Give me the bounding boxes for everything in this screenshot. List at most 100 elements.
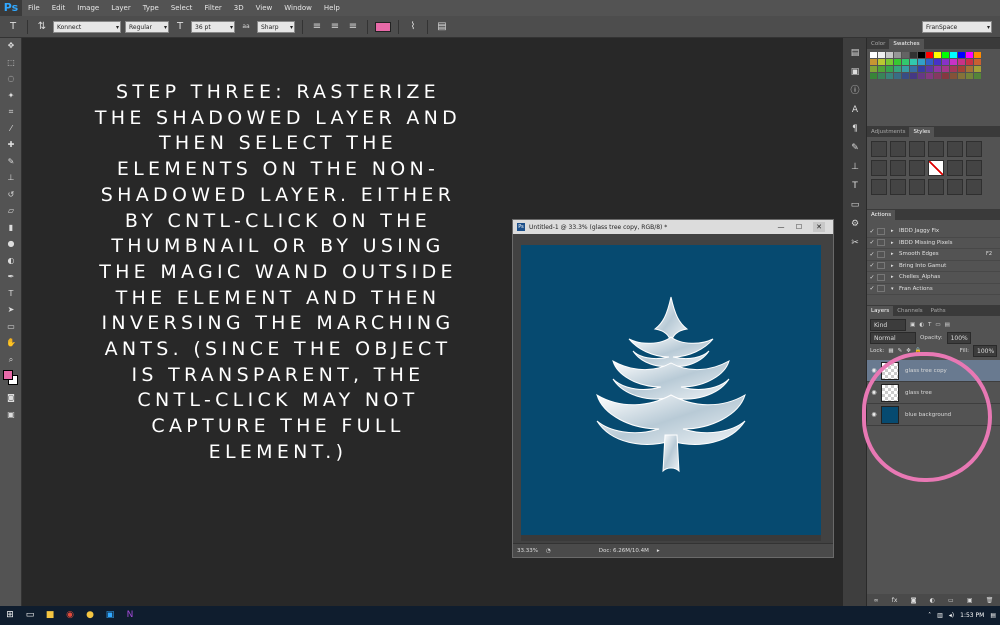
swatch-cell[interactable] [886, 59, 893, 65]
swatch-cell[interactable] [918, 73, 925, 79]
swatch-cell[interactable] [942, 59, 949, 65]
swatch-cell[interactable] [878, 59, 885, 65]
marquee-tool-icon[interactable]: ⬚ [0, 55, 22, 72]
paragraph-panel-icon[interactable]: ¶ [843, 120, 867, 139]
info-panel-icon[interactable]: ▣ [843, 63, 867, 82]
tab-adjustments[interactable]: Adjustments [867, 127, 909, 137]
blend-mode-select[interactable]: Normal [870, 331, 916, 344]
align-center-icon[interactable]: ≡ [328, 21, 342, 32]
swatch-cell[interactable] [870, 52, 877, 58]
swatch-cell[interactable] [878, 73, 885, 79]
swatch-cell[interactable] [894, 66, 901, 72]
swatch-cell[interactable] [966, 52, 973, 58]
swatch-cell[interactable] [870, 66, 877, 72]
dialog-toggle[interactable] [877, 239, 885, 247]
clone-stamp-tool-icon[interactable]: ⊥ [0, 170, 22, 187]
warp-text-icon[interactable]: ⌇ [406, 21, 420, 32]
swatch-cell[interactable] [910, 52, 917, 58]
swatch-cell[interactable] [910, 59, 917, 65]
task-view-icon[interactable]: ▭ [20, 606, 40, 625]
check-icon[interactable]: ✓ [867, 262, 877, 269]
expand-icon[interactable]: ▸ [891, 251, 899, 257]
swatch-cell[interactable] [958, 73, 965, 79]
swatch-cell[interactable] [950, 52, 957, 58]
menu-select[interactable]: Select [165, 0, 199, 16]
horizontal-scrollbar[interactable] [521, 535, 821, 541]
onenote-icon[interactable]: N [120, 606, 140, 625]
style-preset[interactable] [909, 141, 925, 157]
style-preset[interactable] [966, 160, 982, 176]
dialog-toggle[interactable] [877, 273, 885, 281]
dialog-toggle[interactable] [877, 227, 885, 235]
swatch-cell[interactable] [894, 73, 901, 79]
swatch-cell[interactable] [926, 66, 933, 72]
timeline-icon[interactable]: ▭ [843, 196, 867, 215]
swatch-cell[interactable] [942, 73, 949, 79]
menu-type[interactable]: Type [137, 0, 165, 16]
swatch-cell[interactable] [902, 66, 909, 72]
filter-type-icon[interactable]: T [928, 322, 931, 328]
dialog-toggle[interactable] [877, 250, 885, 258]
eraser-tool-icon[interactable]: ▱ [0, 203, 22, 220]
history-brush-tool-icon[interactable]: ↺ [0, 187, 22, 204]
tab-styles[interactable]: Styles [909, 127, 935, 137]
swatch-cell[interactable] [950, 59, 957, 65]
style-preset[interactable] [909, 179, 925, 195]
kind-filter-select[interactable]: Kind [870, 318, 906, 331]
download-icon[interactable]: ● [80, 606, 100, 625]
screen-mode-icon[interactable]: ▣ [0, 407, 22, 424]
adjustment-layer-icon[interactable]: ◐ [930, 597, 935, 604]
dodge-tool-icon[interactable]: ◐ [0, 253, 22, 270]
swatch-cell[interactable] [974, 52, 981, 58]
swatch-cell[interactable] [966, 73, 973, 79]
swatch-cell[interactable] [958, 59, 965, 65]
menu-image[interactable]: Image [71, 0, 105, 16]
swatch-cell[interactable] [974, 59, 981, 65]
path-select-tool-icon[interactable]: ➤ [0, 302, 22, 319]
swatch-cell[interactable] [878, 66, 885, 72]
style-preset[interactable] [871, 141, 887, 157]
volume-icon[interactable]: ◂) [949, 612, 954, 619]
swatch-cell[interactable] [958, 66, 965, 72]
swatch-cell[interactable] [974, 66, 981, 72]
swatch-cell[interactable] [950, 73, 957, 79]
brush-tool-icon[interactable]: ✎ [0, 154, 22, 171]
photoshop-taskbar-icon[interactable]: ▣ [100, 606, 120, 625]
swatch-cell[interactable] [966, 66, 973, 72]
style-preset[interactable] [890, 179, 906, 195]
action-item[interactable]: ✓ ▸ Bring Into Gamut [867, 261, 1000, 272]
maximize-icon[interactable]: ☐ [793, 222, 805, 232]
style-preset[interactable] [928, 141, 944, 157]
filter-shape-icon[interactable]: ▭ [935, 322, 940, 328]
character-panel-icon[interactable]: ▤ [435, 21, 449, 32]
minimize-icon[interactable]: — [775, 222, 787, 232]
blur-tool-icon[interactable]: ● [0, 236, 22, 253]
style-preset[interactable] [966, 141, 982, 157]
menu-window[interactable]: Window [278, 0, 318, 16]
align-left-icon[interactable]: ≡ [310, 21, 324, 32]
menu-layer[interactable]: Layer [105, 0, 137, 16]
foreground-color-swatch[interactable] [3, 370, 13, 380]
trash-icon[interactable]: 🗑 [986, 597, 994, 604]
hand-tool-icon[interactable]: ✋ [0, 335, 22, 352]
style-preset[interactable] [890, 141, 906, 157]
action-item[interactable]: ✓ ▾ Fran Actions [867, 284, 1000, 295]
check-icon[interactable]: ✓ [867, 239, 877, 246]
menu-help[interactable]: Help [318, 0, 346, 16]
swatch-cell[interactable] [870, 59, 877, 65]
lock-paint-icon[interactable]: ✎ [898, 348, 903, 354]
expand-icon[interactable]: ▸ [891, 274, 899, 280]
antialias-select[interactable]: Sharp ▾ [257, 20, 295, 33]
character-panel-icon[interactable]: A [843, 101, 867, 120]
font-style-select[interactable]: Regular ▾ [125, 20, 169, 33]
style-preset[interactable] [966, 179, 982, 195]
style-preset[interactable] [909, 160, 925, 176]
clock[interactable]: 1:53 PM [960, 612, 984, 619]
expand-icon[interactable]: ▸ [891, 228, 899, 234]
properties-panel-icon[interactable]: ⓘ [843, 82, 867, 101]
paths-panel-icon[interactable]: ⚙ [843, 215, 867, 234]
zoom-level[interactable]: 33.33% [517, 548, 538, 554]
type-tool-icon[interactable]: T [0, 286, 22, 303]
style-preset[interactable] [890, 160, 906, 176]
swatch-cell[interactable] [926, 59, 933, 65]
